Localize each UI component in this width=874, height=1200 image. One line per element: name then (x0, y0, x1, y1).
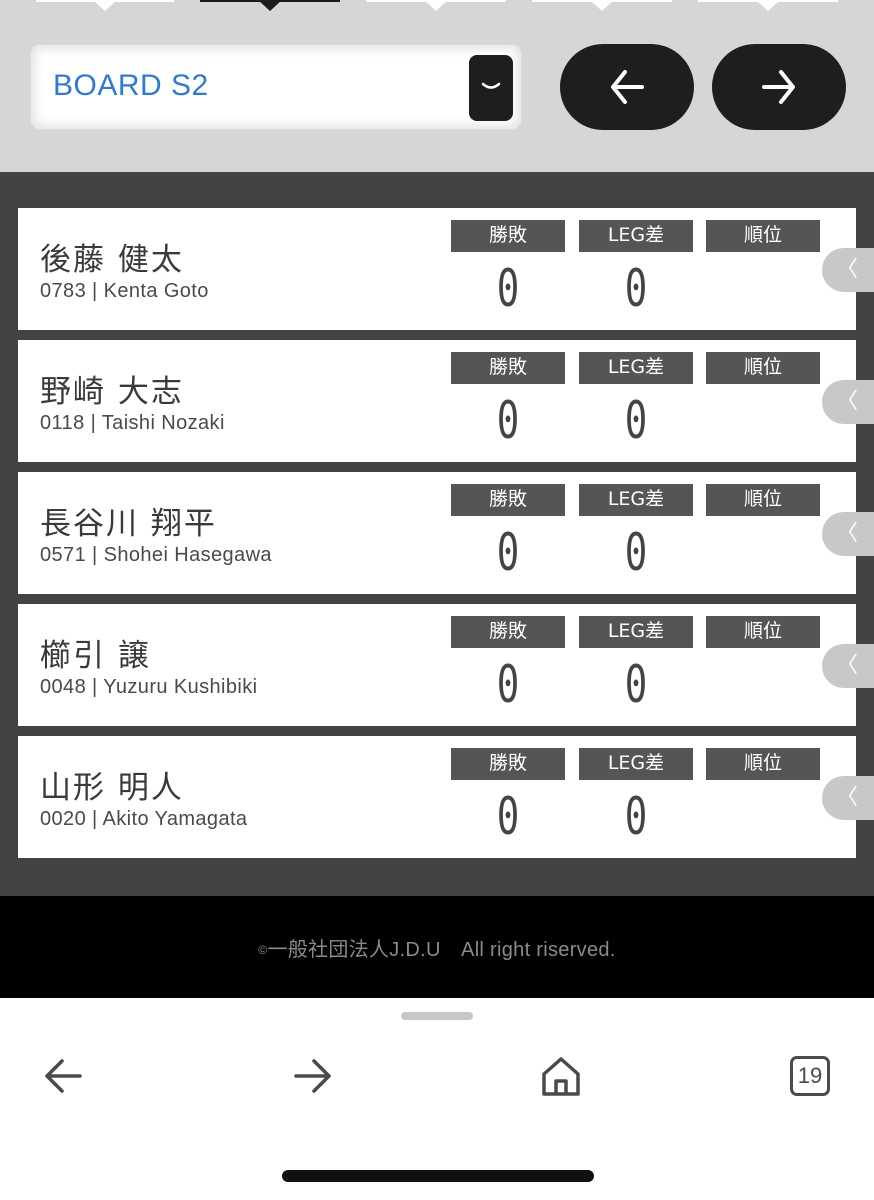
win-loss-value: 0 (496, 259, 520, 319)
player-id: 0048 (40, 676, 87, 698)
leg-diff-header: LEG差 (579, 484, 693, 516)
player-id: 0571 (40, 544, 87, 566)
arrow-right-icon (762, 70, 795, 104)
rank-header: 順位 (706, 220, 820, 252)
player-name: 後藤 健太 (40, 242, 184, 278)
player-name: 野崎 大志 (40, 374, 184, 410)
browser-forward-button[interactable] (288, 1052, 336, 1100)
win-loss-value: 0 (496, 787, 520, 847)
round-tabs (0, 0, 874, 12)
chevron-left-icon: 〈 (836, 785, 859, 810)
rank-header: 順位 (706, 484, 820, 516)
rank-header: 順位 (706, 616, 820, 648)
next-board-button[interactable] (712, 44, 846, 130)
tab-count: 19 (790, 1056, 830, 1096)
leg-diff-value: 0 (624, 655, 648, 715)
player-romaji: Taishi Nozaki (101, 412, 225, 434)
player-card: 櫛引 譲 0048 | Yuzuru Kushibiki 勝敗 LEG差 順位 … (18, 604, 856, 726)
player-id: 0020 (40, 808, 87, 830)
player-romaji: Akito Yamagata (102, 808, 248, 830)
arrow-left-icon (611, 70, 644, 104)
player-name: 櫛引 譲 (40, 638, 151, 674)
win-loss-header: 勝敗 (451, 484, 565, 516)
player-id-line: 0118 | Taishi Nozaki (40, 412, 225, 434)
player-card: 長谷川 翔平 0571 | Shohei Hasegawa 勝敗 LEG差 順位… (18, 472, 856, 594)
copyright-body: 一般社団法人J.D.U All right riserved. (267, 939, 616, 961)
rank-value (722, 782, 804, 852)
rank-header: 順位 (706, 748, 820, 780)
home-indicator[interactable] (282, 1170, 594, 1182)
player-name: 長谷川 翔平 (40, 506, 217, 542)
round-tab-notch (756, 0, 780, 11)
site-footer: ©一般社団法人J.D.U All right riserved. (0, 896, 874, 998)
rank-value (722, 386, 804, 456)
leg-diff-header: LEG差 (579, 616, 693, 648)
player-card: 後藤 健太 0783 | Kenta Goto 勝敗 LEG差 順位 0 0 (18, 208, 856, 330)
leg-diff-value: 0 (624, 787, 648, 847)
leg-diff-value: 0 (624, 259, 648, 319)
player-id-line: 0020 | Akito Yamagata (40, 808, 248, 830)
chevron-left-icon: 〈 (836, 653, 859, 678)
player-id-line: 0783 | Kenta Goto (40, 280, 209, 302)
chevron-down-icon (481, 82, 501, 89)
prev-board-button[interactable] (560, 44, 694, 130)
player-romaji: Yuzuru Kushibiki (103, 676, 258, 698)
board-select[interactable]: BOARD S2 (30, 44, 522, 130)
chevron-left-icon: 〈 (836, 257, 859, 282)
expand-button[interactable]: 〈 (822, 644, 874, 688)
player-id-line: 0048 | Yuzuru Kushibiki (40, 676, 258, 698)
player-name: 山形 明人 (40, 770, 184, 806)
board-select-button[interactable] (469, 55, 513, 121)
browser-tabs-button[interactable]: 19 (786, 1052, 834, 1100)
player-id-line: 0571 | Shohei Hasegawa (40, 544, 272, 566)
round-tab-notch (590, 0, 614, 11)
arrow-left-icon (45, 1059, 82, 1093)
win-loss-header: 勝敗 (451, 748, 565, 780)
leg-diff-header: LEG差 (579, 220, 693, 252)
leg-diff-header: LEG差 (579, 352, 693, 384)
win-loss-value: 0 (496, 391, 520, 451)
copyright-text: ©一般社団法人J.D.U All right riserved. (0, 933, 874, 962)
leg-diff-value: 0 (624, 391, 648, 451)
win-loss-header: 勝敗 (451, 352, 565, 384)
round-tab-notch (93, 0, 117, 11)
board-select-value: BOARD S2 (53, 69, 209, 102)
round-tab-notch-active (258, 0, 282, 11)
win-loss-header: 勝敗 (451, 220, 565, 252)
rank-value (722, 518, 804, 588)
browser-toolbar: 19 (0, 998, 874, 1200)
arrow-right-icon (294, 1059, 331, 1093)
rank-header: 順位 (706, 352, 820, 384)
win-loss-value: 0 (496, 655, 520, 715)
player-romaji: Kenta Goto (103, 280, 209, 302)
win-loss-value: 0 (496, 523, 520, 583)
chevron-left-icon: 〈 (836, 389, 859, 414)
sheet-grabber[interactable] (401, 1012, 473, 1020)
player-romaji: Shohei Hasegawa (103, 544, 272, 566)
leg-diff-value: 0 (624, 523, 648, 583)
player-id: 0783 (40, 280, 87, 302)
expand-button[interactable]: 〈 (822, 776, 874, 820)
round-tab-notch (424, 0, 448, 11)
browser-home-button[interactable] (537, 1052, 585, 1100)
player-card: 山形 明人 0020 | Akito Yamagata 勝敗 LEG差 順位 0… (18, 736, 856, 858)
player-id: 0118 (40, 412, 85, 434)
expand-button[interactable]: 〈 (822, 248, 874, 292)
player-card: 野崎 大志 0118 | Taishi Nozaki 勝敗 LEG差 順位 0 … (18, 340, 856, 462)
browser-back-button[interactable] (40, 1052, 88, 1100)
rank-value (722, 254, 804, 324)
chevron-left-icon: 〈 (836, 521, 859, 546)
expand-button[interactable]: 〈 (822, 512, 874, 556)
board-header: BOARD S2 (0, 0, 874, 172)
win-loss-header: 勝敗 (451, 616, 565, 648)
home-icon (542, 1057, 580, 1096)
rank-value (722, 650, 804, 720)
player-list: 後藤 健太 0783 | Kenta Goto 勝敗 LEG差 順位 0 0 〈… (0, 172, 874, 896)
leg-diff-header: LEG差 (579, 748, 693, 780)
expand-button[interactable]: 〈 (822, 380, 874, 424)
